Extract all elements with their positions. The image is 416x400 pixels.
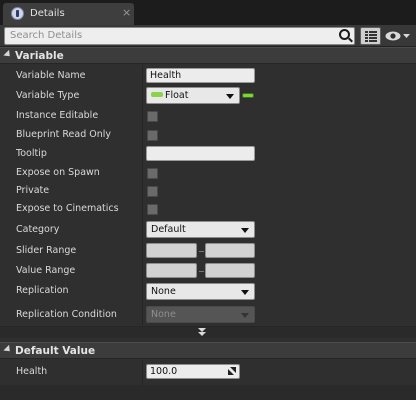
category-title: Default Value [15,345,96,357]
row-replication-condition: Replication Condition None [0,302,416,326]
property-label: Tooltip [16,148,47,159]
expose-to-cinematics-checkbox[interactable] [147,204,158,215]
property-label: Instance Editable [16,110,99,121]
dropdown-value: None [151,309,176,320]
property-label: Private [16,185,50,196]
replication-condition-dropdown: None [146,306,255,323]
view-options-button[interactable] [385,30,411,42]
collapse-arrow-icon [3,344,13,355]
property-matrix-icon [365,31,377,42]
variable-name-input[interactable]: Health [146,68,255,83]
search-input[interactable]: Search Details [4,27,355,45]
advanced-expander[interactable] [0,326,416,338]
property-label: Slider Range [16,245,77,256]
row-category: Category Default [0,219,416,240]
row-tooltip: Tooltip [0,144,416,163]
advanced-expand-icon [198,328,206,336]
tab-bar: Details × [0,0,416,25]
details-panel: Search Details Variable Variable Name He… [0,25,416,400]
default-value-category-header[interactable]: Default Value [0,342,416,359]
details-icon [11,7,24,20]
property-label: Variable Type [16,90,80,101]
dropdown-value: Float [165,90,189,101]
expose-on-spawn-checkbox[interactable] [147,168,158,179]
private-checkbox[interactable] [147,186,158,197]
dropdown-value: Default [151,224,186,235]
variable-category-header[interactable]: Variable [0,47,416,64]
range-separator [199,271,204,272]
slider-range-max-input[interactable] [205,243,255,258]
category-title: Variable [15,50,64,62]
tab-details[interactable]: Details × [3,3,134,25]
chevron-down-icon [226,94,234,99]
row-health: Health 100.0 [0,361,416,383]
float-pin-icon [151,92,163,97]
blueprint-read-only-checkbox[interactable] [147,130,158,141]
row-value-range: Value Range [0,260,416,280]
row-slider-range: Slider Range [0,240,416,260]
row-variable-type: Variable Type Float [0,86,416,106]
property-label: Replication [16,285,69,296]
value-range-min-input[interactable] [146,263,197,278]
search-bar: Search Details [0,25,416,47]
instance-editable-checkbox[interactable] [147,111,158,122]
expand-arrow-icon[interactable] [228,367,236,375]
replication-dropdown[interactable]: None [146,283,255,300]
variable-type-dropdown[interactable]: Float [146,87,240,104]
tooltip-input[interactable] [146,146,255,161]
property-label: Value Range [16,265,76,276]
chevron-down-icon [241,313,249,318]
tab-label: Details [30,8,65,19]
property-label: Blueprint Read Only [16,129,112,140]
view-options-icon [385,31,410,41]
property-label: Expose to Cinematics [16,203,119,214]
search-icon[interactable] [339,29,350,40]
property-label: Health [16,366,48,377]
row-instance-editable: Instance Editable [0,106,416,125]
container-type-icon[interactable] [242,93,254,98]
row-expose-to-cinematics: Expose to Cinematics [0,200,416,219]
row-private: Private [0,182,416,200]
property-label: Variable Name [16,70,86,81]
property-matrix-button[interactable] [360,27,381,45]
row-blueprint-read-only: Blueprint Read Only [0,125,416,144]
row-replication: Replication None [0,280,416,302]
dropdown-value: None [151,286,176,297]
range-separator [199,251,204,252]
chevron-down-icon [241,228,249,233]
value-range-max-input[interactable] [205,263,255,278]
chevron-down-icon [241,290,249,295]
property-label: Category [16,224,60,235]
property-label: Expose on Spawn [16,167,100,178]
row-expose-on-spawn: Expose on Spawn [0,163,416,182]
property-label: Replication Condition [16,309,117,320]
row-variable-name: Variable Name Health [0,66,416,86]
health-value-input[interactable]: 100.0 [146,364,240,379]
category-combobox[interactable]: Default [146,221,255,238]
slider-range-min-input[interactable] [146,243,197,258]
close-icon[interactable]: × [122,6,131,20]
panel-footer [0,385,416,400]
field-value: 100.0 [150,366,178,377]
collapse-arrow-icon [3,49,13,60]
